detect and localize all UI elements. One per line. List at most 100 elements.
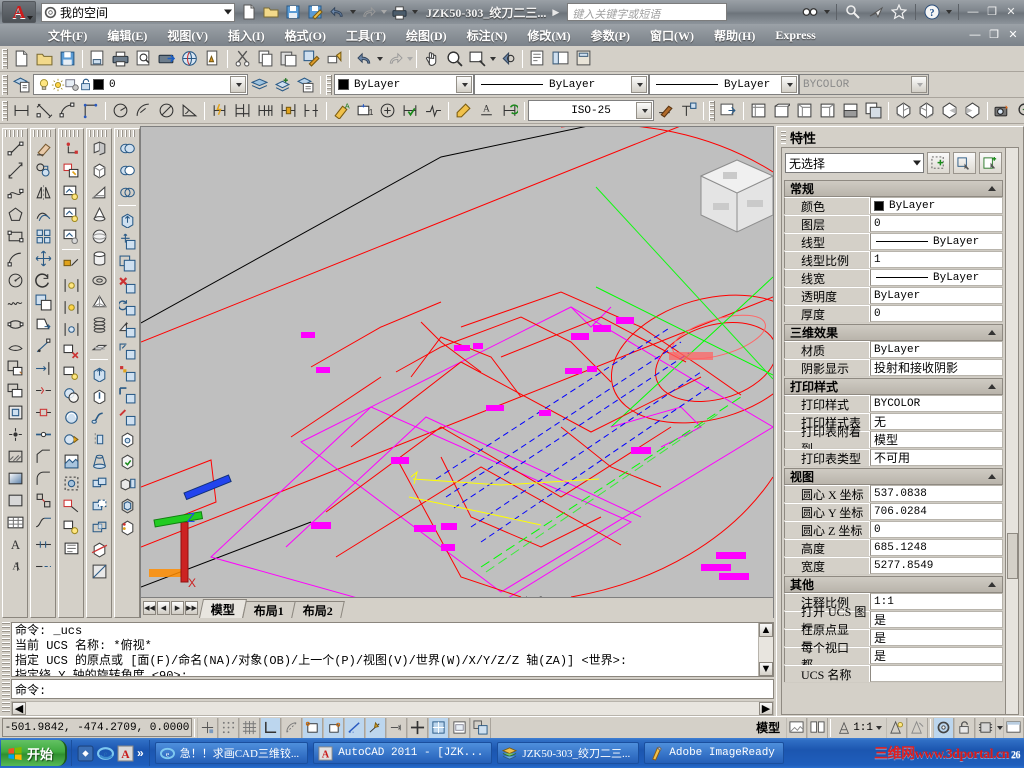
property-value[interactable]: 模型 — [870, 431, 1003, 448]
insert-block-tool[interactable] — [4, 379, 27, 401]
dimarclength-button[interactable] — [56, 100, 79, 122]
new-light-tool[interactable] — [60, 159, 83, 181]
multi-viewport-button[interactable] — [807, 717, 829, 738]
materials-browser-tool[interactable] — [60, 384, 83, 406]
construction-line-tool[interactable] — [4, 159, 27, 181]
dimangular-button[interactable] — [178, 100, 201, 122]
property-value[interactable]: 1:1 — [870, 593, 1003, 610]
region-tool[interactable] — [4, 489, 27, 511]
gradient-tool[interactable] — [4, 467, 27, 489]
property-value[interactable]: 是 — [870, 629, 1003, 646]
light-list-tool-3[interactable] — [60, 225, 83, 247]
toolbar-grip[interactable] — [326, 74, 332, 95]
revcloud-tool[interactable] — [4, 291, 27, 313]
zoom-previous-view-button[interactable] — [1014, 100, 1024, 122]
scrollbar-thumb[interactable] — [1006, 533, 1018, 579]
subtract-tool[interactable] — [88, 494, 111, 516]
menu-draw[interactable]: 绘图(D) — [396, 25, 457, 46]
search-icon[interactable] — [800, 2, 820, 22]
property-value[interactable]: 0 — [870, 521, 1003, 538]
point-tool[interactable] — [4, 423, 27, 445]
sun-properties-tool[interactable] — [60, 362, 83, 384]
qnew-button[interactable] — [10, 48, 33, 70]
ellipse-tool[interactable] — [4, 335, 27, 357]
dimradius-button[interactable] — [109, 100, 132, 122]
grid-display-toggle[interactable] — [239, 717, 260, 738]
sweep-tool[interactable] — [88, 406, 111, 428]
dimoblique-button[interactable] — [399, 100, 422, 122]
linetype-control-combo[interactable]: ByLayer — [474, 74, 649, 95]
property-value[interactable]: 5277.8549 — [870, 557, 1003, 574]
chevron-up-icon[interactable] — [988, 474, 996, 479]
dimbreak-button[interactable] — [300, 100, 323, 122]
chevron-down-icon[interactable] — [876, 725, 882, 730]
view-sw-iso-button[interactable] — [892, 100, 915, 122]
properties-palette-button[interactable] — [526, 48, 549, 70]
scale-tool[interactable] — [32, 291, 55, 313]
property-group-header[interactable]: 打印样式 — [784, 378, 1003, 395]
palette-grip[interactable] — [781, 130, 786, 144]
menu-dimension[interactable]: 标注(N) — [457, 25, 518, 46]
unlock-icon[interactable] — [79, 77, 93, 92]
intersect-edit-tool[interactable] — [116, 181, 139, 203]
doc-minimize-button[interactable]: — — [967, 28, 983, 42]
workspace-settings-button[interactable] — [933, 717, 954, 738]
autodesk-360-icon[interactable] — [843, 2, 863, 22]
menu-file[interactable]: 文件(F) — [38, 25, 97, 46]
revolve-tool[interactable] — [88, 428, 111, 450]
cone-tool[interactable] — [88, 203, 111, 225]
clean-tool[interactable] — [116, 450, 139, 472]
single-text-tool[interactable]: A — [4, 555, 27, 577]
ortho-mode-toggle[interactable] — [260, 717, 281, 738]
toolbar-grip[interactable] — [33, 130, 53, 137]
auto-add-scales-toggle[interactable] — [907, 717, 928, 738]
materials-editor-tool[interactable] — [60, 406, 83, 428]
extrude-tool[interactable] — [88, 362, 111, 384]
loft-tool[interactable] — [88, 450, 111, 472]
property-value[interactable]: 0 — [870, 305, 1003, 322]
polysolid-tool[interactable] — [88, 137, 111, 159]
circle-tool[interactable] — [4, 269, 27, 291]
polygon-tool[interactable] — [4, 203, 27, 225]
scroll-right-icon[interactable]: ▶ — [759, 702, 773, 715]
layer-make-current-button[interactable] — [271, 74, 294, 96]
torus-tool[interactable] — [88, 269, 111, 291]
break-at-point-tool[interactable] — [32, 379, 55, 401]
menu-edit[interactable]: 编辑(E) — [97, 25, 157, 46]
menu-parametric[interactable]: 参数(P) — [581, 25, 640, 46]
new-button[interactable] — [239, 2, 259, 22]
property-value[interactable]: 投射和接收阴影 — [870, 359, 1003, 376]
attach-material-tool[interactable] — [60, 428, 83, 450]
view-nw-iso-button[interactable] — [961, 100, 984, 122]
hatch-tool[interactable] — [4, 445, 27, 467]
property-group-header[interactable]: 常规 — [784, 180, 1003, 197]
command-horizontal-scrollbar[interactable]: ◀ ▶ — [11, 701, 774, 716]
move-tool[interactable] — [32, 247, 55, 269]
color-faces-tool[interactable] — [116, 362, 139, 384]
chevron-up-icon[interactable] — [988, 330, 996, 335]
chevron-down-icon[interactable] — [824, 10, 830, 14]
toolbar-grip[interactable] — [5, 130, 25, 137]
command-history[interactable]: 命令: _ucs 当前 UCS 名称: *俯视* 指定 UCS 的原点或 [面(… — [11, 622, 774, 677]
transparency-toggle[interactable] — [428, 717, 449, 738]
named-views-button[interactable] — [717, 100, 740, 122]
pyramid-tool[interactable] — [88, 291, 111, 313]
tab-model[interactable]: 模型 — [198, 599, 248, 618]
menu-tools[interactable]: 工具(T) — [336, 25, 396, 46]
scroll-up-icon[interactable]: ▲ — [759, 623, 773, 637]
distant-light-tool-2[interactable] — [60, 296, 83, 318]
quick-launch-overflow-icon[interactable]: » — [137, 746, 144, 760]
chevron-up-icon[interactable] — [988, 384, 996, 389]
offset-tool[interactable] — [32, 203, 55, 225]
redo-button[interactable] — [358, 2, 378, 22]
distant-light-tool-3[interactable] — [60, 318, 83, 340]
view-right-button[interactable] — [816, 100, 839, 122]
matchprop-button[interactable] — [300, 48, 323, 70]
copy-edges-tool[interactable] — [116, 384, 139, 406]
zoom-realtime-button[interactable] — [443, 48, 466, 70]
dimcenter-button[interactable]: 1 — [353, 100, 376, 122]
intersect-tool[interactable] — [88, 516, 111, 538]
dynamic-input-toggle[interactable] — [386, 717, 407, 738]
dimoverride-button[interactable] — [677, 100, 700, 122]
rotate-faces-tool[interactable] — [116, 296, 139, 318]
